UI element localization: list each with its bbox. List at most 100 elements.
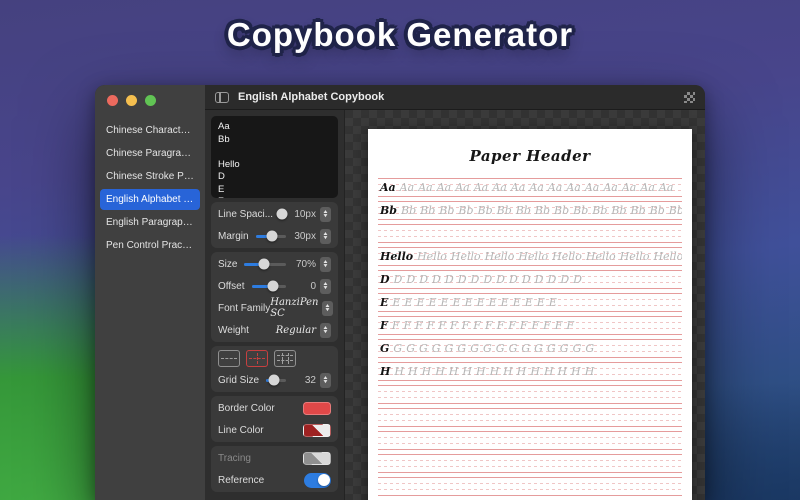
options-section: Tracing Reference [211, 446, 338, 492]
reference-toggle[interactable] [304, 472, 331, 488]
practice-row-letters: GGGGGGGGGGGGGGGGG [380, 342, 595, 355]
border-color-row: Border Color [218, 397, 331, 419]
tracing-color-swatch[interactable] [303, 451, 331, 465]
practice-row-13 [378, 477, 682, 496]
margin-row: Margin 30px ▲ ▼ [218, 225, 331, 247]
practice-row-letters: Aa Aa Aa Aa Aa Aa Aa Aa Aa Aa Aa Aa Aa Aa Aa Aa [380, 181, 674, 194]
font-family-label: Font Family [218, 302, 271, 314]
window-titlebar: English Alphabet Copybook [205, 85, 705, 110]
font-family-row: Font Family HanziPen SC ▲ ▼ [218, 297, 334, 319]
control-panel: Aa Bb Hello D E F G H Line Spaci... 10px… [205, 110, 345, 500]
tracing-row: Tracing [218, 447, 331, 469]
grid-section: Grid Size 32 ▲ ▼ [211, 346, 338, 392]
grid-style-baseline-icon[interactable] [218, 349, 240, 367]
grid-style-row [218, 347, 331, 369]
desktop-wallpaper: Copybook Generator Chinese Character Cop… [0, 0, 800, 500]
traffic-lights [95, 85, 205, 114]
practice-row-12 [378, 454, 682, 473]
app-title: Copybook Generator [226, 16, 574, 53]
practice-row-letters: Hello Hello Hello Hello Hello Hello Hello Hello… [380, 250, 682, 263]
grid-size-slider[interactable] [266, 374, 286, 386]
line-spacing-row: Line Spaci... 10px ▲ ▼ [218, 203, 331, 225]
border-color-swatch[interactable] [303, 401, 331, 415]
offset-value: 0 [310, 280, 316, 292]
practice-row-10 [378, 408, 682, 427]
close-window-button[interactable] [107, 95, 118, 106]
line-spacing-slider[interactable] [276, 208, 288, 220]
size-slider[interactable] [244, 258, 286, 270]
size-value: 70% [295, 258, 316, 270]
sidebar-item-4[interactable]: English Paragraph Copy... [100, 212, 200, 233]
font-section: Size 70% ▲ ▼ Offset 0 ▲ ▼ Font Family Ha… [211, 252, 338, 342]
offset-label: Offset [218, 280, 245, 292]
font-family-value: HanziPen SC [270, 297, 319, 319]
practice-row-7: GGGGGGGGGGGGGGGGG [378, 339, 682, 358]
practice-row-11 [378, 431, 682, 450]
sidebar-toggle-icon[interactable] [215, 91, 229, 103]
minimize-window-button[interactable] [126, 95, 137, 106]
window-content: Aa Bb Hello D E F G H Line Spaci... 10px… [205, 110, 705, 500]
sidebar-template-list: Chinese Character Cop...Chinese Paragrap… [95, 120, 205, 258]
offset-slider[interactable] [251, 280, 286, 292]
offset-row: Offset 0 ▲ ▼ [218, 275, 331, 297]
practice-row-2 [378, 224, 682, 243]
size-row: Size 70% ▲ ▼ [218, 253, 331, 275]
sidebar-item-3[interactable]: English Alphabet Copyb... [100, 189, 200, 210]
practice-row-4: DDDDDDDDDDDDDDDD [378, 270, 682, 289]
margin-label: Margin [218, 230, 249, 242]
reference-row: Reference [218, 469, 331, 491]
practice-row-6: FFFFFFFFFFFFFFFFF [378, 316, 682, 335]
margin-stepper[interactable]: ▲ ▼ [320, 228, 331, 244]
border-color-label: Border Color [218, 402, 275, 414]
copybook-paper: Paper Header Aa Aa Aa Aa Aa Aa Aa Aa Aa Aa Aa Aa Aa A… [368, 129, 692, 500]
paper-header: Paper Header [469, 147, 591, 165]
margin-slider[interactable] [255, 230, 286, 242]
color-section: Border Color Line Color [211, 396, 338, 442]
practice-row-9 [378, 385, 682, 404]
line-spacing-label: Line Spaci... [218, 208, 274, 220]
practice-row-letters: FFFFFFFFFFFFFFFFF [380, 319, 575, 332]
practice-row-1: BbBbBbBbBbBbBbBbBbBbBbBbBbBbBbBb [378, 201, 682, 220]
weight-label: Weight [218, 324, 249, 336]
line-color-swatch[interactable] [303, 423, 331, 437]
weight-row: Weight Regular ▲ ▼ [218, 319, 331, 341]
practice-row-5: EEEEEEEEEEEEEEE [378, 293, 682, 312]
practice-row-letters: HHHHHHHHHHHHHHHH [380, 365, 595, 378]
grid-size-value: 32 [304, 374, 316, 386]
line-color-row: Line Color [218, 419, 331, 441]
practice-row-letters: DDDDDDDDDDDDDDDD [380, 273, 582, 286]
margin-value: 30px [294, 230, 316, 242]
spacing-section: Line Spaci... 10px ▲ ▼ Margin 30px ▲ ▼ [211, 202, 338, 248]
practice-rows: Aa Aa Aa Aa Aa Aa Aa Aa Aa Aa Aa Aa Aa Aa Aa Aa Bb Bb Bb Bb… [376, 178, 684, 496]
offset-stepper[interactable]: ▲ ▼ [320, 278, 331, 294]
practice-row-0: Aa Aa Aa Aa Aa Aa Aa Aa Aa Aa Aa Aa Aa Aa Aa Aa [378, 178, 682, 197]
line-spacing-stepper[interactable]: ▲ ▼ [320, 206, 331, 222]
grid-size-label: Grid Size [218, 374, 260, 386]
font-family-popup[interactable]: ▲ ▼ [322, 300, 334, 316]
main-area: English Alphabet Copybook Aa Bb Hello D … [205, 85, 705, 500]
line-color-label: Line Color [218, 424, 264, 436]
sidebar-item-2[interactable]: Chinese Stroke Practic... [100, 166, 200, 187]
practice-row-3: Hello Hello Hello Hello Hello Hello Hello Hello… [378, 247, 682, 266]
weight-value: Regular [275, 324, 316, 336]
size-stepper[interactable]: ▲ ▼ [320, 256, 331, 272]
weight-popup[interactable]: ▲ ▼ [320, 322, 331, 338]
window-title: English Alphabet Copybook [238, 91, 385, 103]
grid-style-cross-icon[interactable] [246, 349, 268, 367]
grid-size-stepper[interactable]: ▲ ▼ [320, 372, 331, 388]
reference-label: Reference [218, 474, 265, 486]
transparency-grid-icon[interactable] [684, 91, 695, 103]
sidebar-item-5[interactable]: Pen Control Practice C... [100, 235, 200, 256]
copy-text-input[interactable]: Aa Bb Hello D E F G H [211, 116, 338, 198]
grid-style-grid-icon[interactable] [274, 349, 296, 367]
practice-row-8: HHHHHHHHHHHHHHHH [378, 362, 682, 381]
sidebar-item-0[interactable]: Chinese Character Cop... [100, 120, 200, 141]
sidebar: Chinese Character Cop...Chinese Paragrap… [95, 85, 205, 500]
size-label: Size [218, 258, 238, 270]
app-window: Chinese Character Cop...Chinese Paragrap… [95, 85, 705, 500]
zoom-window-button[interactable] [145, 95, 156, 106]
sidebar-item-1[interactable]: Chinese Paragraph Cop... [100, 143, 200, 164]
preview-canvas[interactable]: Paper Header Aa Aa Aa Aa Aa Aa Aa Aa Aa Aa Aa Aa Aa A… [345, 110, 705, 500]
practice-row-letters: BbBbBbBbBbBbBbBbBbBbBbBbBbBbBbBb [380, 204, 682, 217]
grid-size-row: Grid Size 32 ▲ ▼ [218, 369, 331, 391]
